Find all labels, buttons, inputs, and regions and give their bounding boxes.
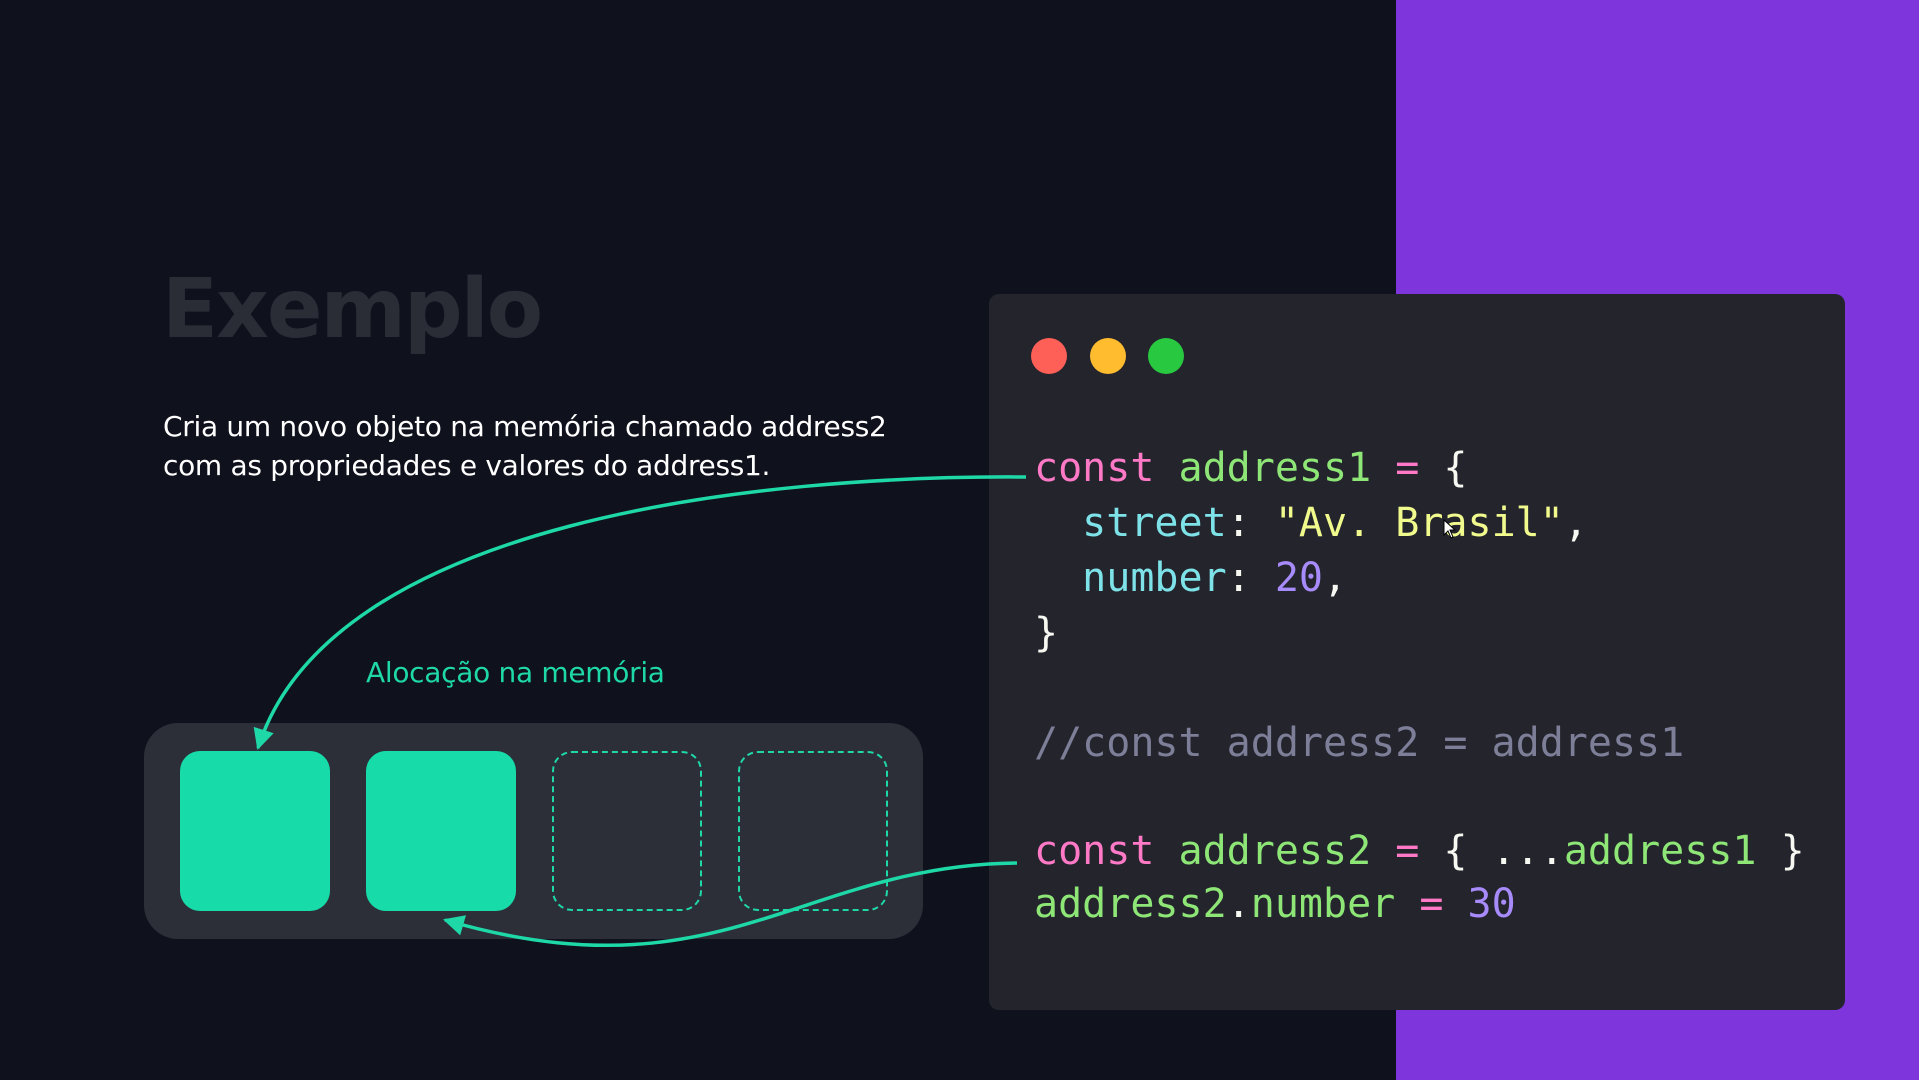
code-token: address2 — [1034, 881, 1227, 927]
code-token: number — [1250, 881, 1396, 927]
code-line-3: number: 20, — [1034, 555, 1347, 601]
description-line-2: com as propriedades e valores do address… — [163, 449, 771, 482]
memory-allocation-label: Alocação na memória — [366, 656, 665, 689]
code-line-5: //const address2 = address1 — [1034, 720, 1684, 766]
code-token: { ... — [1443, 828, 1564, 874]
memory-slot-2 — [366, 751, 516, 911]
slide-description: Cria um novo objeto na memória chamado a… — [163, 407, 993, 485]
code-token: = — [1395, 828, 1444, 874]
code-token: , — [1323, 555, 1348, 601]
code-token: 30 — [1467, 881, 1516, 927]
code-line-1: const address1 = { — [1034, 445, 1468, 491]
code-token: } — [1034, 610, 1059, 656]
code-token: . — [1226, 881, 1251, 927]
code-token: const — [1034, 828, 1179, 874]
maximize-dot — [1148, 338, 1184, 374]
code-line-6: const address2 = { ...address1 } — [1034, 828, 1805, 874]
code-token: : — [1226, 555, 1275, 601]
code-line-4: } — [1034, 610, 1058, 656]
code-token: address1 — [1178, 445, 1396, 491]
memory-slot-1 — [180, 751, 330, 911]
code-token: = — [1395, 881, 1468, 927]
minimize-dot — [1090, 338, 1126, 374]
code-line-2: street: "Av. Brasil", — [1034, 500, 1588, 546]
code-token: 20 — [1274, 555, 1323, 601]
arrow-address1-to-slot-1 — [253, 475, 1027, 751]
code-line-7: address2.number = 30 — [1034, 881, 1516, 927]
code-token: address1 — [1563, 828, 1757, 874]
code-token: } — [1756, 828, 1805, 874]
code-window: const address1 = { street: "Av. Brasil",… — [989, 294, 1845, 1010]
code-token: //const address2 = address1 — [1034, 720, 1685, 766]
slide-title: Exemplo — [162, 262, 543, 357]
code-token: number — [1034, 555, 1227, 601]
code-token: : — [1226, 500, 1275, 546]
description-line-1: Cria um novo objeto na memória chamado a… — [163, 410, 887, 443]
memory-bar — [144, 723, 923, 939]
code-token: street — [1034, 500, 1227, 546]
memory-slot-3 — [552, 751, 702, 911]
code-token: const — [1034, 445, 1179, 491]
code-token: = — [1395, 445, 1444, 491]
memory-slot-4 — [738, 751, 888, 911]
code-token: "Av. Brasil" — [1274, 500, 1564, 546]
close-dot — [1031, 338, 1067, 374]
code-token: address2 — [1178, 828, 1396, 874]
mouse-cursor-icon — [1443, 519, 1457, 539]
code-token: { — [1443, 445, 1468, 491]
code-token: , — [1563, 500, 1588, 546]
